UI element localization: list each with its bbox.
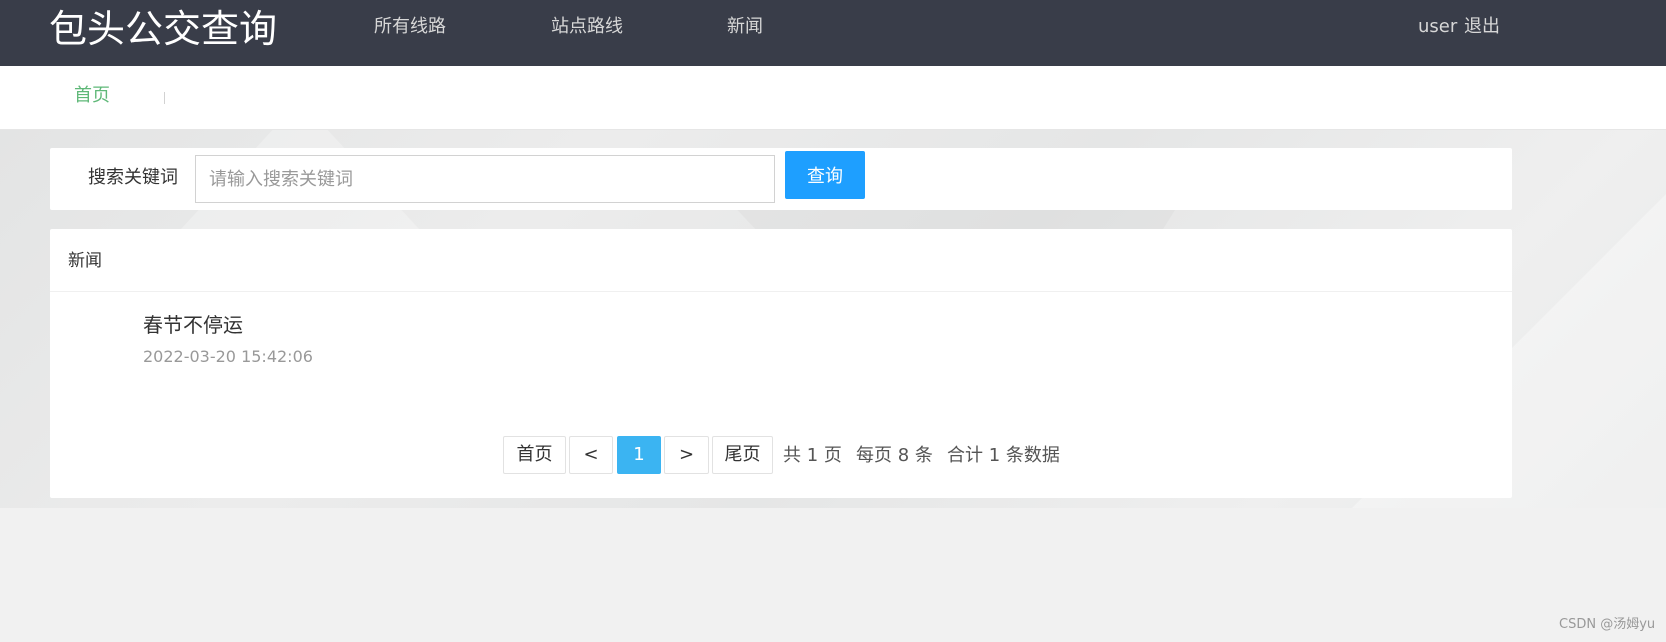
search-input[interactable] xyxy=(195,155,775,203)
tab-divider xyxy=(164,92,165,104)
per-page-text: 每页 8 条 xyxy=(856,445,933,466)
first-page-button[interactable]: 首页 xyxy=(503,436,566,474)
logout-link[interactable]: 退出 xyxy=(1464,15,1500,39)
prev-page-button[interactable]: < xyxy=(569,436,613,474)
current-page-button[interactable]: 1 xyxy=(617,436,661,474)
total-pages-text: 共 1 页 xyxy=(783,445,842,466)
news-item-title[interactable]: 春节不停运 xyxy=(143,312,243,338)
user-name: user xyxy=(1418,16,1458,37)
watermark: CSDN @汤姆yu xyxy=(1559,617,1656,632)
news-item-date: 2022-03-20 15:42:06 xyxy=(143,347,313,366)
search-panel: 搜索关键词 查询 xyxy=(50,148,1512,210)
search-label: 搜索关键词 xyxy=(88,167,178,188)
tab-home[interactable]: 首页 xyxy=(74,84,110,108)
news-panel: 新闻 春节不停运 2022-03-20 15:42:06 首页 < 1 > 尾页… xyxy=(50,229,1512,498)
app-logo[interactable]: 包头公交查询 xyxy=(49,4,277,54)
sub-navbar: 首页 xyxy=(0,66,1666,130)
nav-all-routes[interactable]: 所有线路 xyxy=(374,15,446,39)
news-panel-header: 新闻 xyxy=(50,229,1512,292)
next-page-button[interactable]: > xyxy=(664,436,709,474)
news-panel-title: 新闻 xyxy=(68,251,102,271)
nav-news[interactable]: 新闻 xyxy=(727,15,763,39)
top-navbar: 包头公交查询 所有线路 站点路线 新闻 user 退出 xyxy=(0,0,1666,66)
search-button[interactable]: 查询 xyxy=(785,151,865,199)
total-rows-text: 合计 1 条数据 xyxy=(947,445,1060,466)
last-page-button[interactable]: 尾页 xyxy=(712,436,773,474)
nav-station-routes[interactable]: 站点路线 xyxy=(551,15,623,39)
